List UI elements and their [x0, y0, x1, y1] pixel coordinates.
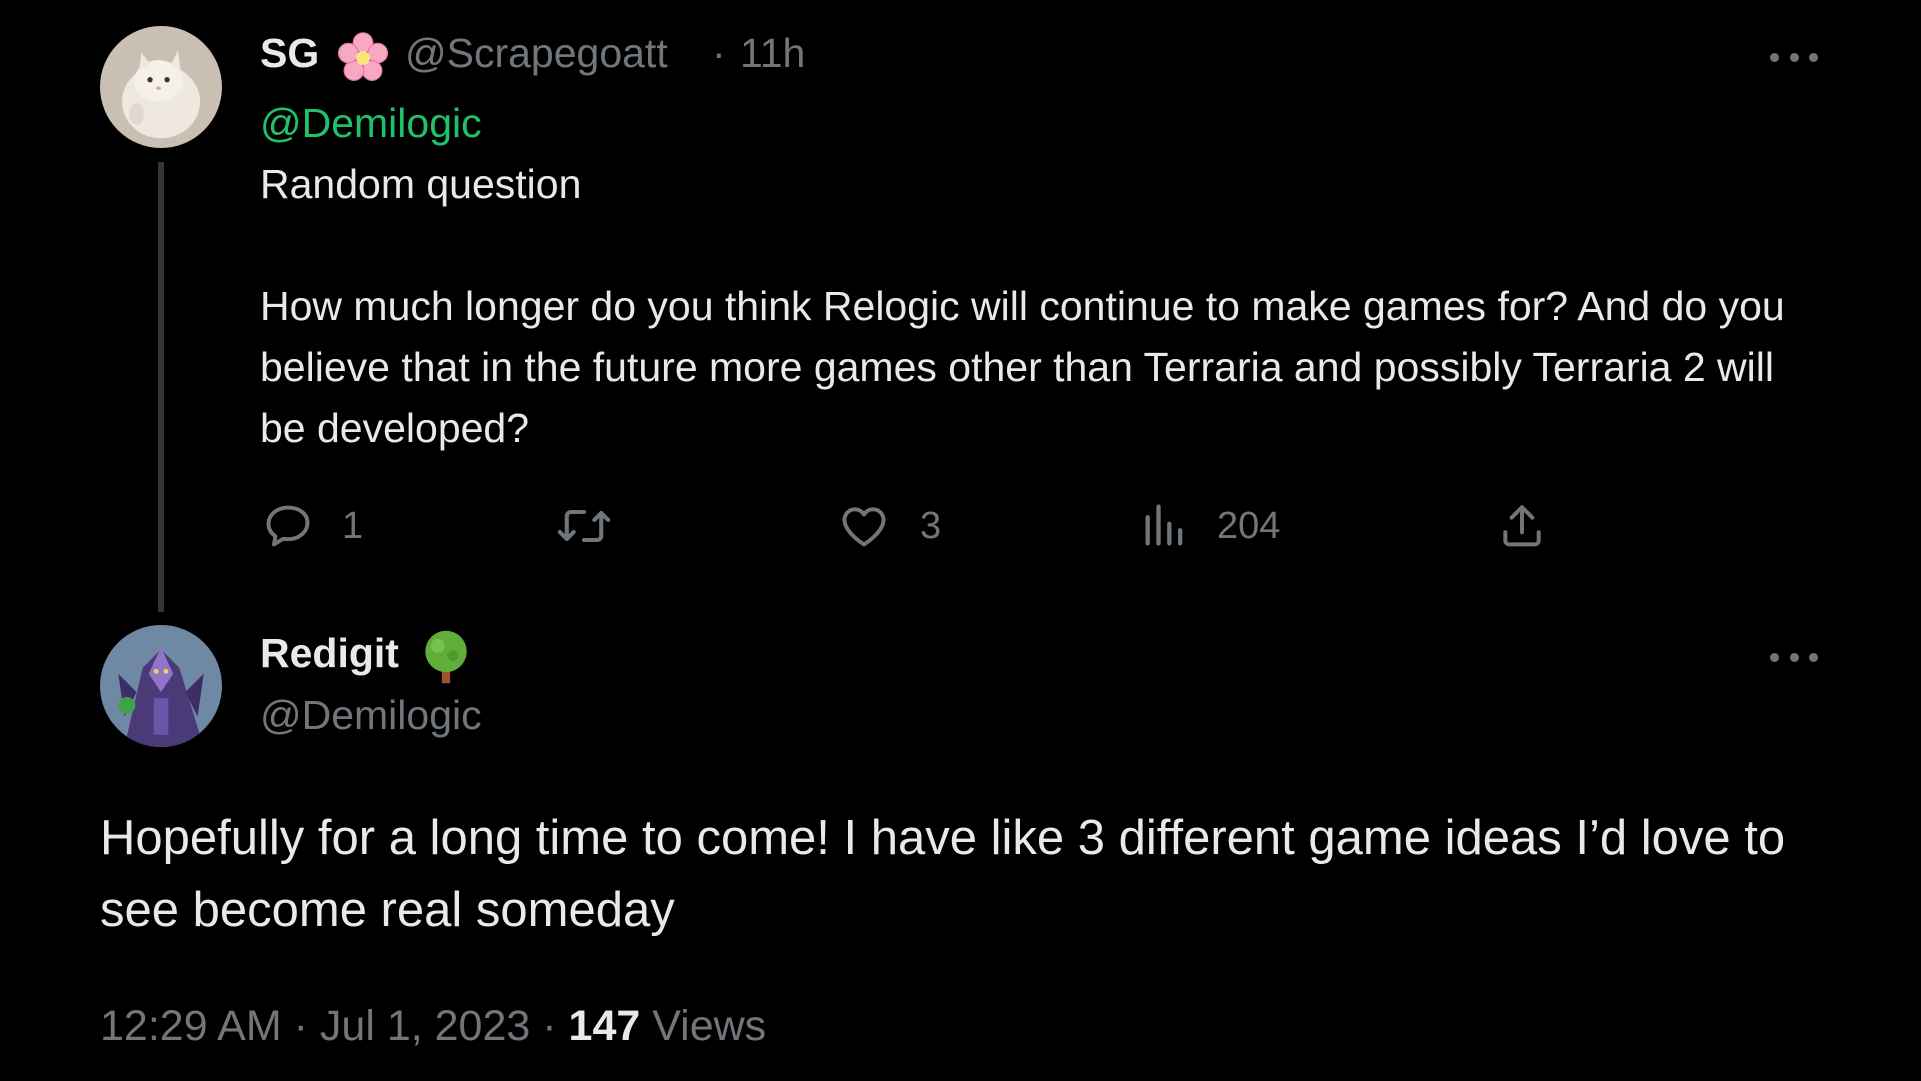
reply-count: 1	[342, 504, 364, 547]
tweet-time[interactable]: 12:29 AM	[100, 1002, 282, 1050]
tweet-thread: SG @Scrapegoatt · 11h @Demilogic Random …	[0, 0, 1921, 1081]
thread-connector-line	[158, 162, 164, 612]
armored-character-avatar-image	[100, 625, 222, 747]
sg-tweet-line1: Random question	[260, 161, 582, 207]
views-number: 147	[568, 1002, 641, 1050]
reply-icon	[266, 505, 310, 547]
retweet-icon	[557, 509, 611, 543]
redigit-tweet-text: Hopefully for a long time to come! I hav…	[100, 811, 1786, 937]
share-button[interactable]	[1497, 500, 1547, 552]
like-count: 3	[920, 504, 942, 547]
sg-tweet-body: How much longer do you think Relogic wil…	[260, 283, 1785, 451]
sg-handle[interactable]: @Scrapegoatt	[405, 30, 668, 77]
retweet-button[interactable]	[556, 500, 634, 552]
sg-time-ago[interactable]: 11h	[740, 30, 805, 77]
sg-more-options-icon[interactable]	[1770, 47, 1818, 67]
tweet-meta: 12:29 AM · Jul 1, 2023 · 147 Views	[100, 1002, 766, 1051]
meta-separator: ·	[293, 1002, 308, 1050]
sg-mention-link[interactable]: @Demilogic	[260, 100, 482, 147]
redigit-display-name[interactable]: Redigit	[260, 630, 399, 677]
analytics-icon	[1145, 504, 1183, 546]
like-button[interactable]: 3	[838, 500, 941, 552]
sg-display-name[interactable]: SG	[260, 30, 319, 77]
views-count: 204	[1217, 504, 1281, 547]
views-button[interactable]: 204	[1143, 500, 1280, 552]
redigit-handle[interactable]: @Demilogic	[260, 692, 482, 739]
redigit-avatar[interactable]	[100, 625, 222, 747]
redigit-more-options-icon[interactable]	[1770, 647, 1818, 667]
tweet-date[interactable]: Jul 1, 2023	[320, 1002, 530, 1050]
tree-icon	[418, 628, 474, 686]
cat-avatar-image	[100, 26, 222, 148]
views-label: Views	[652, 1002, 767, 1050]
heart-icon	[842, 507, 886, 547]
meta-separator: ·	[542, 1002, 557, 1050]
sg-time-separator: ·	[712, 30, 726, 76]
reply-button[interactable]: 1	[262, 500, 363, 552]
sg-avatar[interactable]	[100, 26, 222, 148]
cherry-blossom-icon	[335, 30, 391, 86]
share-icon	[1503, 505, 1541, 547]
